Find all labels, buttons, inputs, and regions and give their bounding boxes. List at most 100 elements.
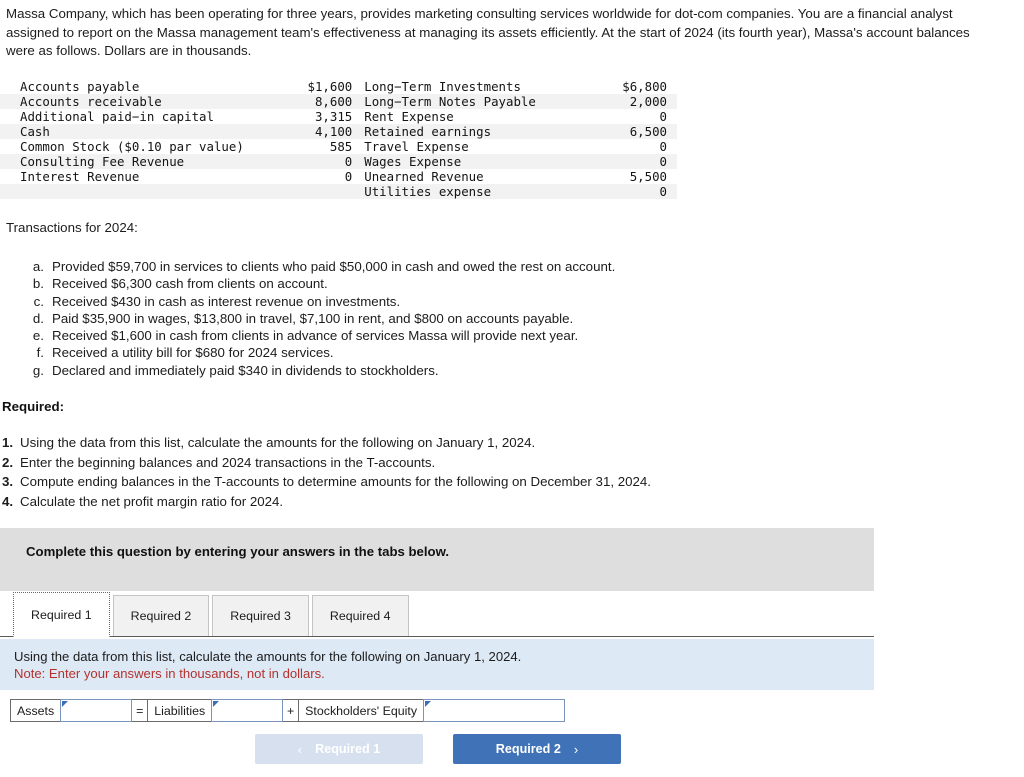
account-balances-table: Accounts payable $1,600 Long−Term Invest… xyxy=(0,79,677,199)
list-item-text: Provided $59,700 in services to clients … xyxy=(52,259,616,274)
chevron-left-icon: ‹ xyxy=(297,741,303,757)
balance-left-name: Interest Revenue xyxy=(20,169,140,184)
list-item: a. Provided $59,700 in services to clien… xyxy=(20,258,920,275)
prev-required-button[interactable]: ‹ Required 1 xyxy=(255,734,423,764)
list-item: f. Received a utility bill for $680 for … xyxy=(20,344,920,361)
required-list: 1. Using the data from this list, calcul… xyxy=(2,433,962,511)
next-required-button[interactable]: Required 2 › xyxy=(453,734,621,764)
intro-paragraph: Massa Company, which has been operating … xyxy=(6,6,970,58)
list-item: g. Declared and immediately paid $340 in… xyxy=(20,362,920,379)
balance-left-name: Cash xyxy=(20,124,50,139)
list-item-marker: b. xyxy=(32,276,44,292)
plus-operator: + xyxy=(282,699,300,722)
list-item: b. Received $6,300 cash from clients on … xyxy=(20,275,920,292)
table-row: Interest Revenue 0 Unearned Revenue 5,50… xyxy=(0,169,677,184)
list-item-text: Calculate the net profit margin ratio fo… xyxy=(20,493,284,509)
list-item-text: Using the data from this list, calculate… xyxy=(20,435,536,450)
tab-required-2[interactable]: Required 2 xyxy=(112,595,210,637)
liabilities-label: Liabilities xyxy=(147,699,213,722)
tab-required-4[interactable]: Required 4 xyxy=(311,595,409,637)
list-item-marker: 3. xyxy=(2,474,14,490)
balance-right-name: Unearned Revenue xyxy=(364,169,484,184)
requirement-note-panel: Using the data from this list, calculate… xyxy=(0,639,874,690)
stockholders-equity-label: Stockholders' Equity xyxy=(298,699,425,722)
balance-left-value: 8,600 xyxy=(314,94,353,109)
tab-label: Required 4 xyxy=(329,609,391,623)
tab-label: Required 3 xyxy=(230,609,291,623)
table-row: Accounts receivable 8,600 Long−Term Note… xyxy=(0,94,677,109)
balance-left-value: $1,600 xyxy=(307,79,353,94)
balance-right-value: 5,500 xyxy=(629,169,667,184)
table-row: Cash 4,100 Retained earnings 6,500 xyxy=(0,124,677,139)
input-flag-icon xyxy=(62,701,69,707)
balance-right-name: Long−Term Notes Payable xyxy=(364,94,536,109)
tabs-divider xyxy=(0,636,874,637)
requirement-tabs: Required 1 Required 2 Required 3 Require… xyxy=(13,592,412,637)
input-flag-icon xyxy=(213,701,220,707)
balance-right-value: 0 xyxy=(659,154,667,169)
balance-left-value: 0 xyxy=(344,154,353,169)
balance-left-value: 585 xyxy=(329,139,353,154)
list-item-marker: d. xyxy=(32,310,44,326)
list-item-text: Received $6,300 cash from clients on acc… xyxy=(52,276,328,292)
list-item-text: Received $430 in cash as interest revenu… xyxy=(52,293,401,309)
next-button-label: Required 2 xyxy=(495,742,561,756)
list-item: e. Received $1,600 in cash from clients … xyxy=(20,327,920,344)
balance-left-name: Accounts receivable xyxy=(20,94,162,109)
balance-right-name: Rent Expense xyxy=(364,109,454,124)
list-item-marker: f. xyxy=(36,345,44,361)
balance-right-value: 0 xyxy=(659,139,667,154)
tab-label: Required 2 xyxy=(130,609,192,623)
balance-left-name: Accounts payable xyxy=(20,79,140,94)
stockholders-equity-input[interactable] xyxy=(423,699,566,722)
list-item-text: Received a utility bill for $680 for 202… xyxy=(52,345,334,361)
equals-operator: = xyxy=(131,699,149,722)
assets-input[interactable] xyxy=(60,699,133,722)
tab-required-1[interactable]: Required 1 xyxy=(13,592,110,637)
list-item-marker: c. xyxy=(33,293,44,309)
list-item-text: Declared and immediately paid $340 in di… xyxy=(52,362,439,378)
balance-right-value: 0 xyxy=(659,184,667,199)
balance-right-name: Long−Term Investments xyxy=(364,79,521,94)
list-item: d. Paid $35,900 in wages, $13,800 in tra… xyxy=(20,310,920,327)
balance-left-name xyxy=(0,184,286,199)
list-item: c. Received $430 in cash as interest rev… xyxy=(20,293,920,310)
required-heading: Required: xyxy=(2,399,65,414)
navigation-buttons: ‹ Required 1 Required 2 › xyxy=(255,734,621,764)
list-item-text: Compute ending balances in the T-account… xyxy=(20,474,651,490)
balance-right-name: Utilities expense xyxy=(364,184,492,199)
list-item-text: Received $1,600 in cash from clients in … xyxy=(52,328,579,344)
requirement-note: Note: Enter your answers in thousands, n… xyxy=(14,666,325,681)
balance-left-name: Additional paid−in capital xyxy=(20,109,214,124)
balance-right-name: Retained earnings xyxy=(364,124,492,139)
list-item-text: Enter the beginning balances and 2024 tr… xyxy=(20,454,436,470)
assets-label: Assets xyxy=(10,699,62,722)
tab-label: Required 1 xyxy=(31,607,92,622)
balance-right-name: Travel Expense xyxy=(364,139,469,154)
balance-right-name: Wages Expense xyxy=(364,154,462,169)
balance-right-value: 2,000 xyxy=(629,94,667,109)
requirement-instruction: Using the data from this list, calculate… xyxy=(14,649,522,664)
list-item-marker: a. xyxy=(32,259,44,274)
input-flag-icon xyxy=(425,701,432,707)
chevron-right-icon: › xyxy=(573,741,579,757)
table-row: Accounts payable $1,600 Long−Term Invest… xyxy=(0,79,677,94)
balance-right-value: $6,800 xyxy=(622,79,667,94)
list-item: 3. Compute ending balances in the T-acco… xyxy=(2,472,962,492)
liabilities-input[interactable] xyxy=(211,699,284,722)
tab-required-3[interactable]: Required 3 xyxy=(212,595,309,637)
list-item-marker: 4. xyxy=(2,493,14,509)
balance-left-value: 4,100 xyxy=(314,124,353,139)
balance-left-name: Consulting Fee Revenue xyxy=(20,154,185,169)
list-item: 1. Using the data from this list, calcul… xyxy=(2,433,962,453)
list-item-marker: g. xyxy=(32,362,44,378)
prev-button-label: Required 1 xyxy=(315,742,381,756)
balance-left-value xyxy=(286,184,358,199)
balance-left-name: Common Stock ($0.10 par value) xyxy=(20,139,244,154)
list-item-marker: 2. xyxy=(2,454,14,470)
accounting-equation-row: Assets = Liabilities + Stockholders' Equ… xyxy=(10,699,566,722)
account-balances-body: Accounts payable $1,600 Long−Term Invest… xyxy=(0,79,677,199)
table-row: Consulting Fee Revenue 0 Wages Expense 0 xyxy=(0,154,677,169)
table-row: Common Stock ($0.10 par value) 585 Trave… xyxy=(0,139,677,154)
transactions-list: a. Provided $59,700 in services to clien… xyxy=(20,258,920,379)
